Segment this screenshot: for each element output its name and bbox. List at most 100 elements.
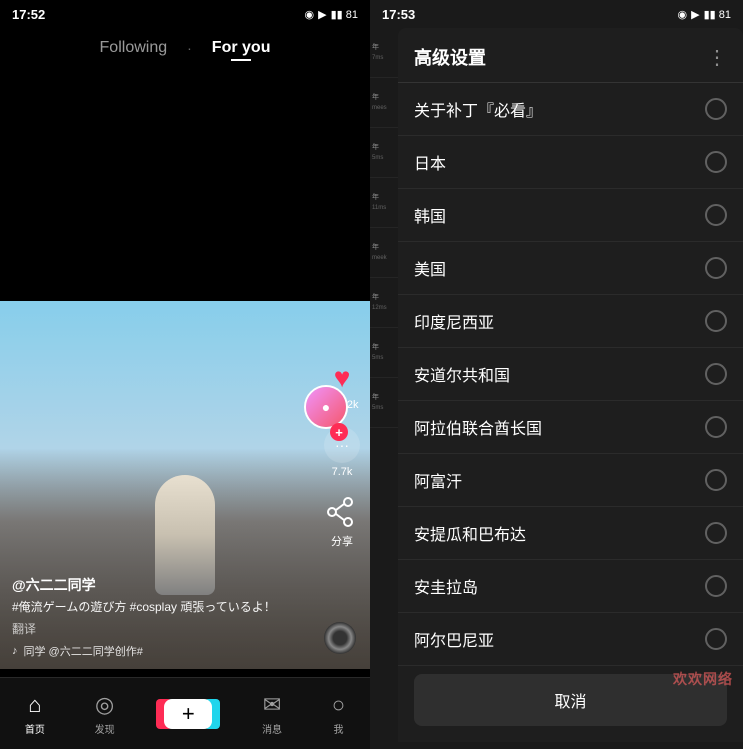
radio-button[interactable] — [705, 98, 727, 120]
nav-tabs: Following · For you — [0, 28, 370, 68]
music-disc — [324, 622, 356, 654]
share-button[interactable]: 分享 — [324, 494, 360, 549]
settings-list: 关于补丁『必看』 日本 韩国 美国 印度尼西亚 — [398, 83, 743, 666]
settings-overlay: 年 7ms 年 mees 年 5ms 年 11ms 年 meek 年 12ms — [370, 28, 743, 749]
bg-list-item: 年 5ms — [370, 328, 398, 378]
nav-home-label: 首页 — [25, 721, 45, 736]
bg-list-item: 年 11ms — [370, 178, 398, 228]
music-info: ♪ 同学 @六二二同学创作# — [12, 643, 310, 659]
settings-item-label: 阿拉伯联合酋长国 — [414, 415, 542, 439]
wifi-icon-right: ▶ — [691, 8, 699, 21]
bottom-nav: ⌂ 首页 ◎ 发现 + ✉ 消息 ○ 我 — [0, 677, 370, 749]
settings-item-korea[interactable]: 韩国 — [398, 189, 743, 242]
message-icon: ✉ — [263, 692, 281, 718]
nav-create[interactable]: + — [164, 699, 212, 729]
tab-following[interactable]: Following — [100, 39, 168, 57]
wifi-icon: ▶ — [318, 8, 326, 21]
creator-name: @六二二同学 — [12, 575, 310, 595]
settings-item-label: 安提瓜和巴布达 — [414, 521, 526, 545]
signal-icon: ◉ — [305, 8, 315, 21]
create-button[interactable]: + — [164, 699, 212, 729]
settings-panel: 高级设置 ⋮ 关于补丁『必看』 日本 韩国 美国 — [398, 28, 743, 742]
status-icons-right: ◉ ▶ ▮▮ 81 — [678, 8, 731, 21]
settings-item-indonesia[interactable]: 印度尼西亚 — [398, 295, 743, 348]
signal-icon-right: ◉ — [678, 8, 688, 21]
bg-list-item: 年 12ms — [370, 278, 398, 328]
settings-item-uae[interactable]: 阿拉伯联合酋长国 — [398, 401, 743, 454]
nav-discover[interactable]: ◎ 发现 — [95, 692, 115, 736]
settings-item-afghanistan[interactable]: 阿富汗 — [398, 454, 743, 507]
nav-separator: · — [187, 40, 192, 56]
plus-icon: + — [182, 701, 195, 727]
nav-messages-label: 消息 — [262, 721, 282, 736]
bg-list-item: 年 mees — [370, 78, 398, 128]
background-list: 年 7ms 年 mees 年 5ms 年 11ms 年 meek 年 12ms — [370, 28, 398, 749]
status-icons-left: ◉ ▶ ▮▮ 81 — [305, 8, 358, 21]
watermark: 欢欢网络 — [673, 669, 733, 689]
battery-icon: ▮▮ 81 — [331, 8, 358, 21]
settings-item-label: 印度尼西亚 — [414, 309, 494, 333]
video-info: @六二二同学 #俺流ゲームの遊び方 #cosplay 頑張っているよ！ 翻译 ♪… — [12, 575, 310, 659]
video-description: #俺流ゲームの遊び方 #cosplay 頑張っているよ！ — [12, 599, 310, 616]
bg-list-item: 年 7ms — [370, 28, 398, 78]
radio-button[interactable] — [705, 204, 727, 226]
bg-list-item: 年 5ms — [370, 378, 398, 428]
bg-list-item: 年 meek — [370, 228, 398, 278]
settings-item-usa[interactable]: 美国 — [398, 242, 743, 295]
time-right: 17:53 — [382, 7, 415, 22]
more-icon[interactable]: ⋮ — [707, 45, 727, 70]
video-area[interactable] — [0, 0, 370, 669]
radio-button[interactable] — [705, 416, 727, 438]
radio-button[interactable] — [705, 575, 727, 597]
tab-for-you[interactable]: For you — [212, 39, 271, 57]
settings-item-label: 日本 — [414, 150, 446, 174]
radio-button[interactable] — [705, 363, 727, 385]
music-label: 同学 @六二二同学创作# — [24, 643, 143, 659]
nav-profile-label: 我 — [333, 721, 343, 736]
radio-button[interactable] — [705, 522, 727, 544]
settings-item-patch[interactable]: 关于补丁『必看』 — [398, 83, 743, 136]
radio-button[interactable] — [705, 310, 727, 332]
settings-item-label: 安道尔共和国 — [414, 362, 510, 386]
status-bar-left: 17:52 ◉ ▶ ▮▮ 81 — [0, 0, 370, 28]
left-panel: 17:52 ◉ ▶ ▮▮ 81 Following · For you ● + … — [0, 0, 370, 749]
share-label: 分享 — [331, 533, 353, 549]
profile-icon: ○ — [332, 692, 345, 718]
settings-item-andorra[interactable]: 安道尔共和国 — [398, 348, 743, 401]
time-left: 17:52 — [12, 7, 45, 22]
comment-count: 7.7k — [332, 466, 353, 478]
settings-item-label: 韩国 — [414, 203, 446, 227]
avatar-image: ● — [306, 387, 346, 427]
nav-discover-label: 发现 — [95, 721, 115, 736]
settings-item-japan[interactable]: 日本 — [398, 136, 743, 189]
radio-button[interactable] — [705, 628, 727, 650]
radio-button[interactable] — [705, 469, 727, 491]
settings-item-label: 安圭拉岛 — [414, 574, 478, 598]
disc-icon — [324, 622, 356, 654]
share-icon — [324, 494, 360, 530]
settings-item-label: 关于补丁『必看』 — [414, 97, 542, 121]
nav-home[interactable]: ⌂ 首页 — [25, 692, 45, 736]
radio-button[interactable] — [705, 257, 727, 279]
right-panel: 17:53 ◉ ▶ ▮▮ 81 年 7ms 年 mees 年 5ms 年 1 — [370, 0, 743, 749]
translate-button[interactable]: 翻译 — [12, 620, 310, 637]
discover-icon: ◎ — [95, 692, 114, 718]
settings-item-anguilla[interactable]: 安圭拉岛 — [398, 560, 743, 613]
music-note-icon: ♪ — [12, 645, 18, 657]
settings-item-label: 阿富汗 — [414, 468, 462, 492]
home-icon: ⌂ — [28, 692, 41, 718]
settings-title: 高级设置 — [414, 44, 486, 70]
settings-item-label: 阿尔巴尼亚 — [414, 627, 494, 651]
status-bar-right: 17:53 ◉ ▶ ▮▮ 81 — [370, 0, 743, 28]
settings-item-albania[interactable]: 阿尔巴尼亚 — [398, 613, 743, 666]
radio-button[interactable] — [705, 151, 727, 173]
battery-icon-right: ▮▮ 81 — [704, 8, 731, 21]
nav-profile[interactable]: ○ 我 — [332, 692, 345, 736]
follow-plus-icon[interactable]: + — [330, 423, 348, 441]
action-buttons: ● + ♥ 761.2k ··· 7.7k — [324, 360, 360, 549]
nav-messages[interactable]: ✉ 消息 — [262, 692, 282, 736]
bg-list-item: 年 5ms — [370, 128, 398, 178]
settings-header: 高级设置 ⋮ — [398, 28, 743, 83]
settings-item-label: 美国 — [414, 256, 446, 280]
settings-item-antigua[interactable]: 安提瓜和巴布达 — [398, 507, 743, 560]
